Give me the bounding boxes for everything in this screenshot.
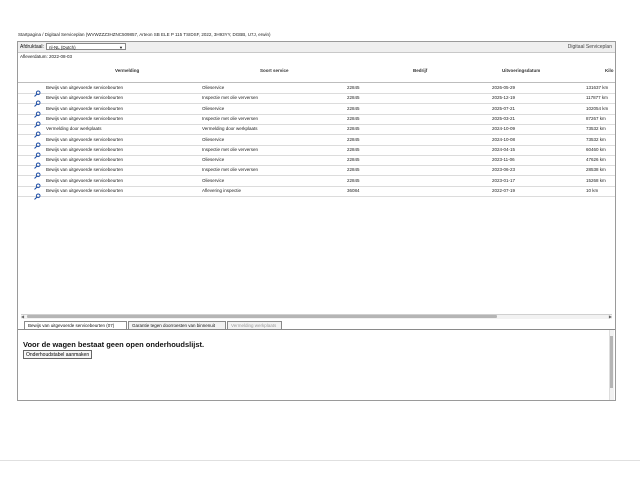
cell-service-type: Inspectie met olie verversen (202, 115, 259, 121)
cell-service-type: Inspectie met olie verversen (202, 95, 259, 101)
cell-entry: Bewijs van uitgevoerde servicebeurten (46, 95, 124, 101)
cell-service-type: Olieservice (202, 177, 225, 183)
cell-entry: Vermelding door werkplaats (46, 126, 102, 132)
column-header-date[interactable]: Uitvoeringsdatum (502, 68, 540, 73)
cell-km: 102054 km (586, 105, 609, 111)
app-title: Digitaal Serviceplan (567, 44, 612, 50)
toolbar: Afdruktaal: nl-NL (Dutch) ▼ Digitaal Ser… (18, 42, 615, 53)
cell-service-type: Olieservice (202, 136, 225, 142)
cell-company: 22845 (347, 95, 360, 101)
magnifier-icon[interactable] (34, 177, 41, 190)
cell-entry: Bewijs van uitgevoerde servicebeurten (46, 177, 124, 183)
scrollbar-thumb[interactable] (610, 336, 613, 388)
cell-entry: Bewijs van uitgevoerde servicebeurten (46, 167, 124, 173)
cell-km: 73532 km (586, 136, 606, 142)
cell-service-type: Inspectie met olie verversen (202, 146, 259, 152)
magnifier-icon[interactable] (34, 115, 41, 128)
cell-entry: Bewijs van uitgevoerde servicebeurten (46, 188, 124, 193)
magnifier-icon[interactable] (34, 187, 41, 200)
cell-date: 2023-06-23 (492, 167, 516, 173)
cell-entry: Bewijs van uitgevoerde servicebeurten (46, 136, 124, 142)
cell-entry: Bewijs van uitgevoerde servicebeurten (46, 105, 124, 111)
cell-km: 15268 km (586, 177, 606, 183)
language-select-value: nl-NL (Dutch) (49, 45, 76, 50)
cell-service-type: Aflevering inspectie (202, 188, 242, 193)
cell-service-type: Olieservice (202, 157, 225, 163)
no-open-list-message: Voor de wagen bestaat geen open onderhou… (23, 340, 205, 349)
cell-company: 22845 (347, 167, 360, 173)
cell-km: 28538 km (586, 167, 606, 173)
print-language-label: Afdruktaal: (20, 44, 44, 50)
cell-service-type: Inspectie met olie verversen (202, 167, 259, 173)
magnifier-icon[interactable] (34, 94, 41, 108)
cell-date: 2025-12-19 (492, 95, 516, 101)
cell-km: 73532 km (586, 126, 606, 132)
tab-rust-warranty[interactable]: Garantie tegen doorroesten van binnenuit (128, 321, 226, 329)
cell-service-type: Olieservice (202, 105, 225, 111)
cell-service-type: Vermelding door werkplaats (202, 126, 258, 132)
table-header: Vermelding Soort service Bedrijf Uitvoer… (18, 62, 615, 83)
cell-km: 117877 km (586, 95, 608, 101)
magnifier-icon[interactable] (34, 156, 41, 169)
cell-company: 22845 (347, 126, 360, 132)
cell-km: 131637 km (586, 85, 609, 90)
cell-date: 2022-07-19 (492, 188, 516, 193)
vertical-scrollbar[interactable] (609, 330, 614, 400)
column-header-service-type[interactable]: Soort service (260, 68, 289, 73)
scroll-left-icon[interactable]: ◀ (21, 314, 24, 319)
magnifier-icon[interactable] (34, 166, 41, 180)
cell-entry: Bewijs van uitgevoerde servicebeurten (46, 157, 124, 163)
cell-date: 2023-01-17 (492, 177, 516, 183)
cell-km: 60460 km (586, 146, 606, 152)
tab-workshop-note[interactable]: Vermelding werkplaats (227, 321, 282, 329)
language-select[interactable]: nl-NL (Dutch) ▼ (46, 43, 126, 50)
cell-date: 2024-04-15 (492, 146, 516, 152)
cell-date: 2025-07-21 (492, 105, 516, 111)
cell-entry: Bewijs van uitgevoerde servicebeurten (46, 146, 124, 152)
cell-company: 22845 (347, 115, 360, 121)
service-plan-window: Afdruktaal: nl-NL (Dutch) ▼ Digitaal Ser… (17, 41, 616, 401)
cell-company: 22845 (347, 85, 360, 90)
cell-company: 22845 (347, 146, 360, 152)
magnifier-icon[interactable] (34, 146, 41, 159)
cell-date: 2025-03-21 (492, 115, 516, 121)
tab-strip: Bewijs van uitgevoerde servicebeurten (0… (18, 321, 615, 330)
cell-company: 22845 (347, 157, 360, 163)
delivery-date: Afleverdatum: 2022-08-03 (20, 54, 73, 59)
cell-km: 47626 km (586, 157, 606, 163)
cell-company: 22845 (347, 105, 360, 111)
magnifier-icon[interactable] (34, 84, 41, 97)
magnifier-icon[interactable] (34, 105, 41, 118)
column-header-company[interactable]: Bedrijf (413, 68, 427, 73)
cell-entry: Bewijs van uitgevoerde servicebeurten (46, 115, 124, 121)
service-history-table: Vermelding Soort service Bedrijf Uitvoer… (18, 62, 615, 312)
scrollbar-thumb[interactable] (27, 315, 497, 318)
cell-service-type: Olieservice (202, 85, 225, 90)
tab-service-proof[interactable]: Bewijs van uitgevoerde servicebeurten (0… (24, 321, 127, 329)
maintenance-panel: Voor de wagen bestaat geen open onderhou… (18, 330, 615, 400)
cell-company: 22845 (347, 177, 360, 183)
cell-date: 2023-11-06 (492, 157, 515, 163)
cell-entry: Bewijs van uitgevoerde servicebeurten (46, 85, 124, 90)
cell-company: 22845 (347, 136, 360, 142)
cell-km: 10 km (586, 188, 599, 193)
table-row[interactable]: Bewijs van uitgevoerde servicebeurten Afl… (18, 186, 615, 200)
horizontal-scrollbar[interactable]: ◀ ▶ (21, 314, 612, 319)
column-header-entry[interactable]: Vermelding (115, 68, 139, 73)
breadcrumb: Startpagina / Digitaal Serviceplan (WVWZ… (18, 32, 271, 37)
cell-date: 2026-05-29 (492, 85, 516, 90)
magnifier-icon[interactable] (34, 136, 41, 149)
magnifier-icon[interactable] (34, 125, 41, 138)
cell-km: 87267 km (586, 115, 606, 121)
cell-date: 2024-10-09 (492, 126, 516, 132)
chevron-down-icon: ▼ (119, 45, 123, 50)
page-divider (0, 460, 640, 461)
cell-date: 2024-10-08 (492, 136, 516, 142)
cell-company: 36084 (347, 188, 360, 193)
column-header-km[interactable]: Kilo (605, 68, 614, 73)
scroll-right-icon[interactable]: ▶ (609, 314, 612, 319)
create-maintenance-table-button[interactable]: Onderhoudstabel aanmaken (23, 350, 93, 359)
